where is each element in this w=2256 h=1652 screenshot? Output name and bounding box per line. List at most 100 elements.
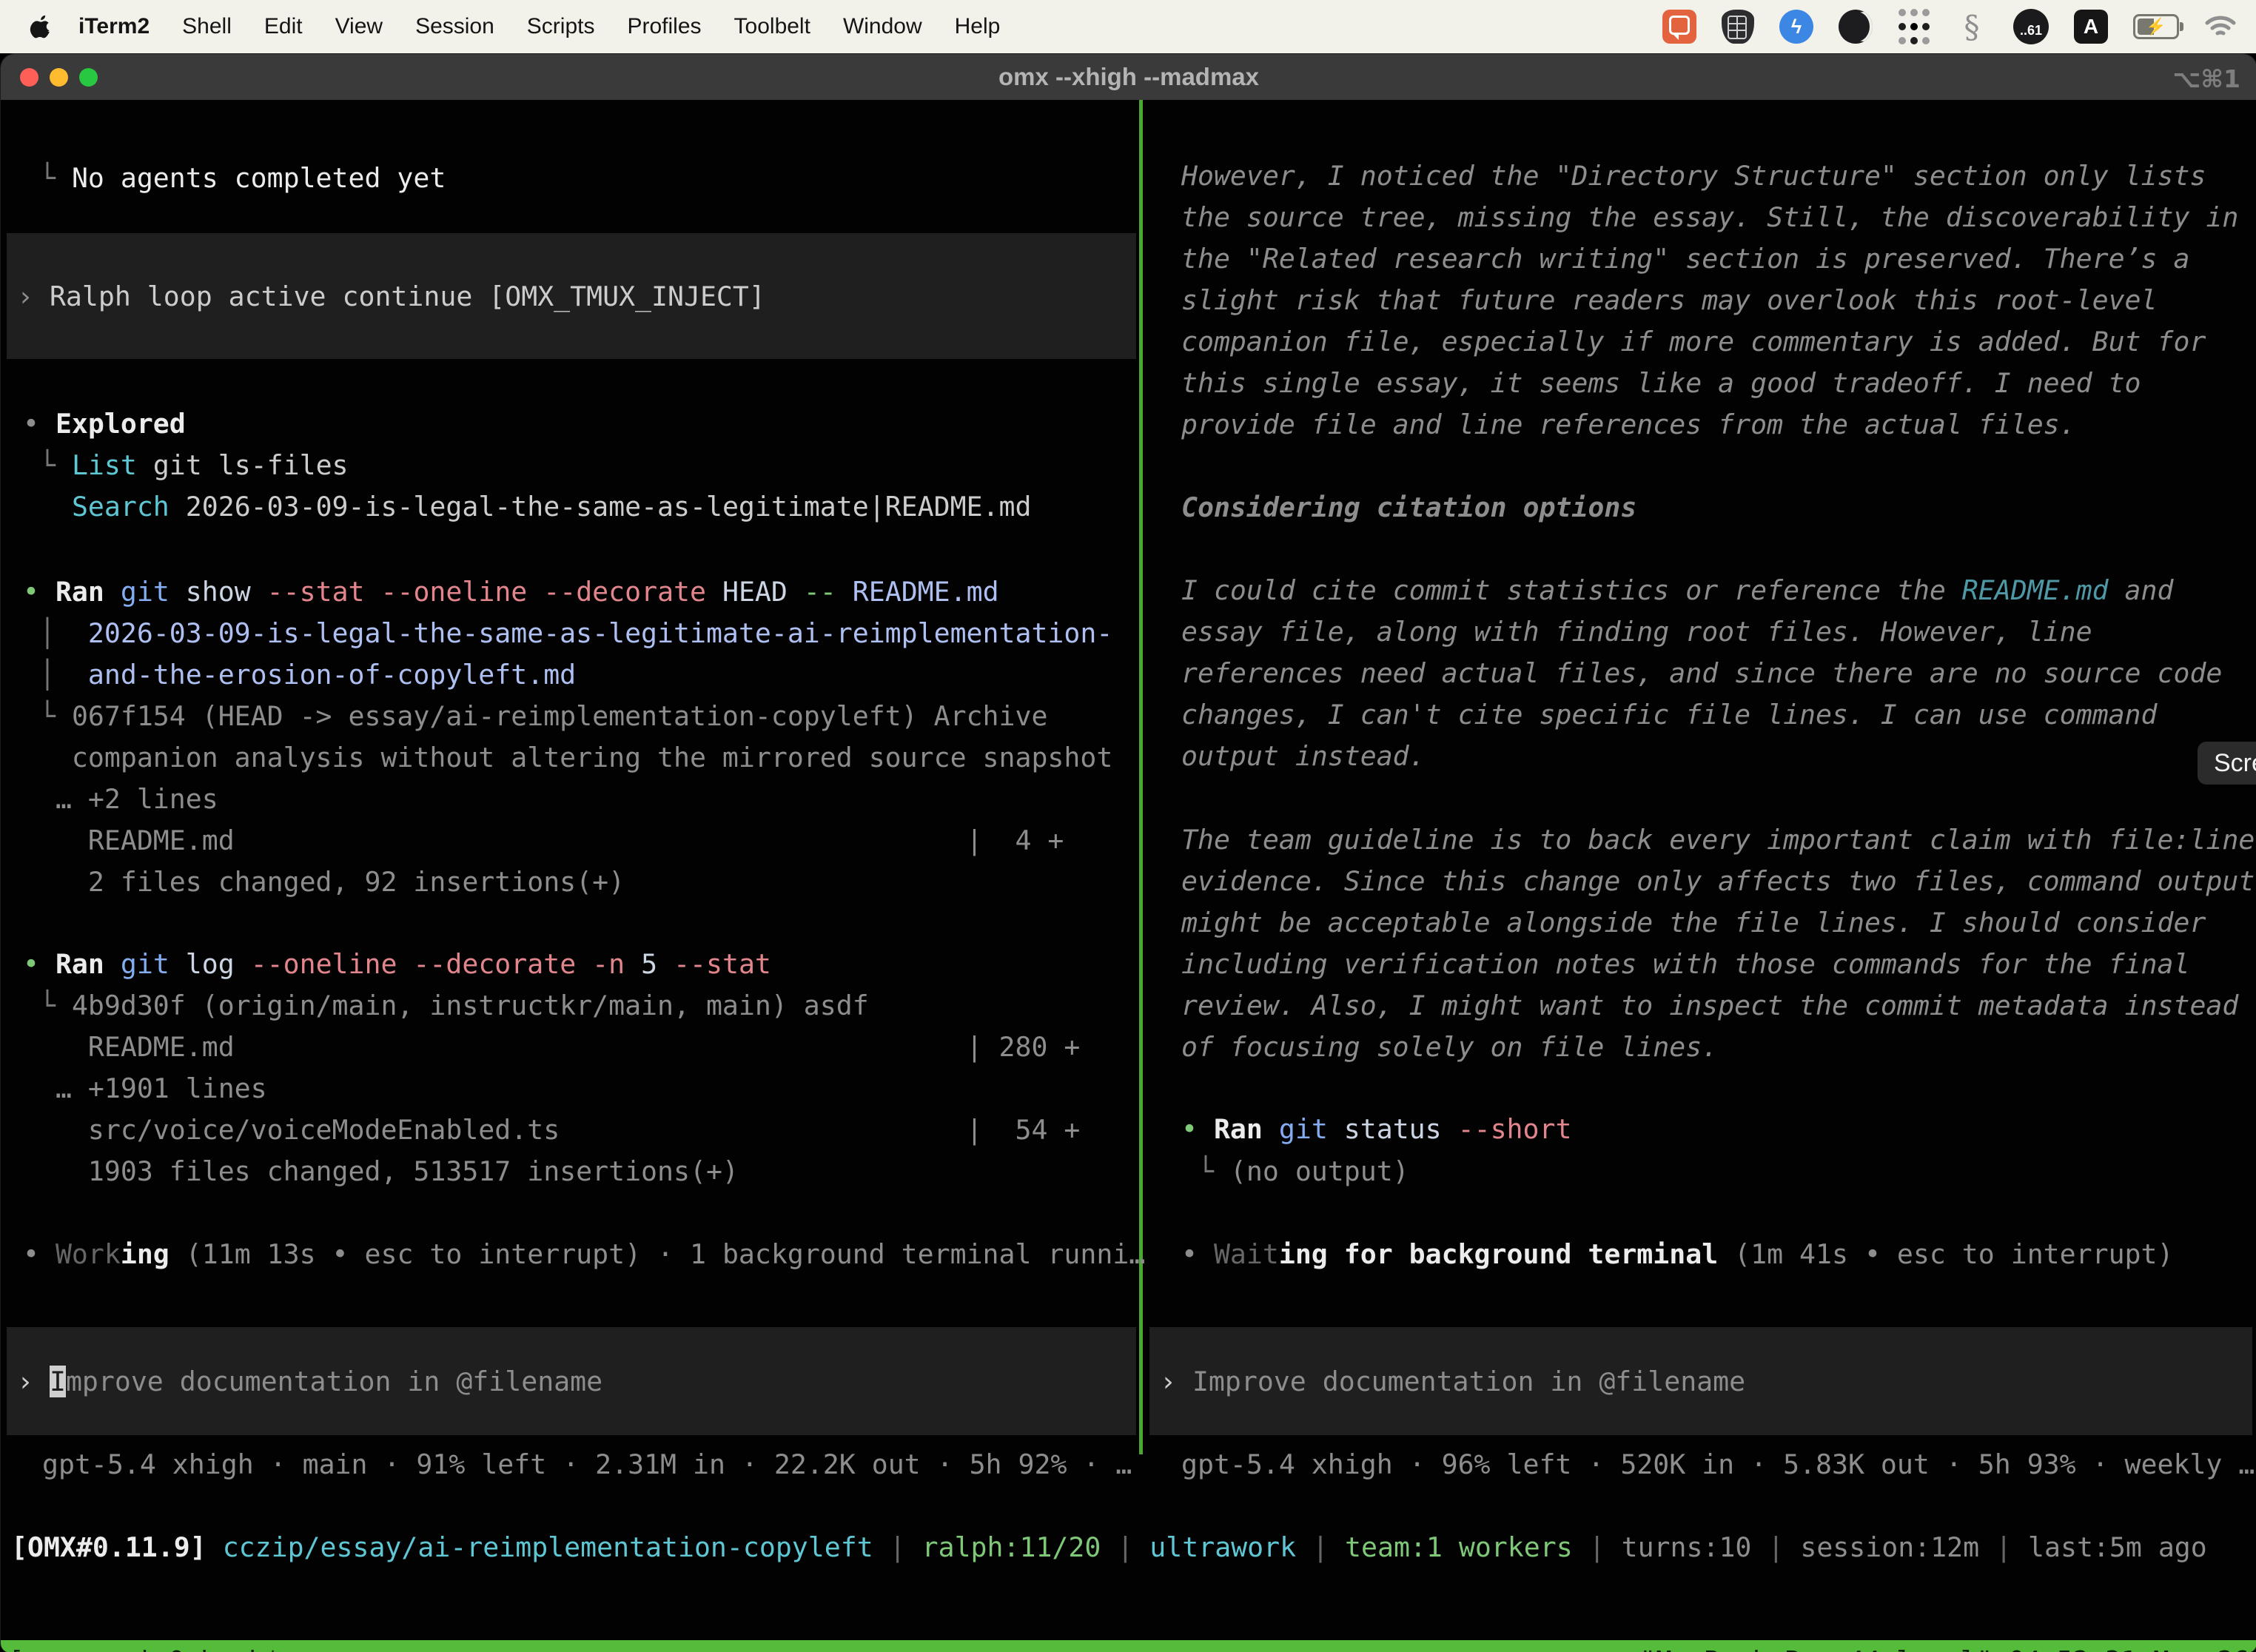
text-segment: • — [1181, 1113, 1214, 1145]
terminal-line: • Ran git status --short — [1181, 1109, 1571, 1150]
text-segment: --stat — [674, 948, 771, 980]
text-segment: (no output) — [1230, 1155, 1409, 1187]
text-segment: | — [1101, 1531, 1149, 1563]
text-segment: references need actual files, and since … — [1181, 657, 2222, 689]
text-segment: HEAD — [706, 576, 804, 608]
text-segment: • — [1181, 1238, 1214, 1270]
text-segment: session:12m — [1800, 1531, 1979, 1563]
dot — [1899, 9, 1906, 16]
menu-item-window[interactable]: Window — [827, 14, 939, 39]
text-segment — [23, 491, 72, 523]
text-segment: › — [17, 1366, 50, 1397]
text-segment: └ — [23, 449, 72, 481]
text-segment: | — [1979, 1531, 2028, 1563]
moon-icon[interactable] — [1839, 10, 1873, 44]
text-segment: (1m 41s • esc to interrupt) — [1718, 1238, 2173, 1270]
shield-grid-icon[interactable] — [1722, 10, 1754, 44]
icon-glyph: ..61 — [2020, 23, 2042, 38]
minimize-button[interactable] — [50, 68, 68, 87]
close-button[interactable] — [20, 68, 38, 87]
menu-item-edit[interactable]: Edit — [248, 14, 319, 39]
terminal-line: └ No agents completed yet — [23, 158, 446, 199]
chat-app-icon[interactable] — [1662, 10, 1696, 44]
tmux-host-clock: "MacBook-Pro-44.local" 04:52 31-Mar-26 — [1639, 1646, 2249, 1652]
dot — [1899, 37, 1906, 44]
menu-item-view[interactable]: View — [319, 14, 399, 39]
countdown-61-icon[interactable]: ..61 — [2013, 9, 2049, 44]
menu-item-scripts[interactable]: Scripts — [511, 14, 611, 39]
dots-grid-icon[interactable] — [1898, 8, 1930, 45]
menu-item-shell[interactable]: Shell — [166, 14, 248, 39]
text-segment: └ — [23, 990, 72, 1021]
text-segment: The team guideline is to back every impo… — [1181, 824, 2255, 856]
squiggle-icon[interactable]: § — [1955, 8, 1988, 45]
text-segment: • — [23, 576, 56, 608]
text-segment: | — [1296, 1531, 1345, 1563]
menu-item-session[interactable]: Session — [399, 14, 511, 39]
text-segment: [OMX#0.11.9] — [11, 1531, 207, 1563]
terminal-line: • Explored — [23, 403, 186, 445]
text-segment: git — [1279, 1113, 1328, 1145]
terminal-line: gpt-5.4 xhigh · main · 91% left · 2.31M … — [42, 1444, 1132, 1485]
menu-item-help[interactable]: Help — [939, 14, 1017, 39]
text-segment: cczip/essay/ai-reimplementation-copyleft — [223, 1531, 873, 1563]
prompt-input-right[interactable]: › Improve documentation in @filename — [1149, 1327, 2252, 1435]
terminal-line: this single essay, it seems like a good … — [1181, 363, 2141, 404]
text-segment: last:5m ago — [2028, 1531, 2207, 1563]
dot — [1910, 23, 1918, 30]
menu-status-icons: ϟ § ..61 A ⚡ — [1662, 8, 2237, 45]
terminal-line: └ 4b9d30f (origin/main, instructkr/main,… — [23, 985, 869, 1027]
terminal-line: changes, I can't cite specific file line… — [1181, 694, 2158, 736]
text-segment: | — [1751, 1531, 1800, 1563]
blue-bolt-badge-icon[interactable]: ϟ — [1779, 10, 1813, 44]
tmux-status-bar: [omx-cczip0:bash* "MacBook-Pro-44.local"… — [1, 1640, 2256, 1652]
terminal-line: the "Related research writing" section i… — [1181, 238, 2189, 280]
text-segment: | 280 + — [235, 1031, 1081, 1063]
terminal-line: … +2 lines — [23, 779, 218, 820]
terminal-line: slight risk that future readers may over… — [1181, 280, 2158, 321]
text-segment: git ls-files — [137, 449, 349, 481]
terminal-line: • Ran git log --oneline --decorate -n 5 … — [23, 944, 771, 985]
terminal-line: output instead. — [1181, 736, 1426, 777]
text-segment: README.md — [836, 576, 999, 608]
text-segment: and — [2109, 574, 2174, 606]
text-segment: this single essay, it seems like a good … — [1181, 367, 2141, 399]
text-segment: the "Related research writing" section i… — [1181, 243, 2189, 275]
text-segment: show — [169, 576, 267, 608]
menu-item-toolbelt[interactable]: Toolbelt — [718, 14, 827, 39]
prompt-input-left[interactable]: › Improve documentation in @filename — [7, 1327, 1136, 1435]
text-segment: Wait — [1214, 1238, 1279, 1270]
screen-share-tooltip: Scre — [2198, 742, 2256, 785]
text-segment: -n — [592, 948, 625, 980]
text-segment: • — [23, 1238, 56, 1270]
wifi-icon[interactable] — [2204, 8, 2237, 45]
text-segment: git — [121, 948, 169, 980]
text-segment: … +2 lines — [23, 783, 218, 815]
text-segment: No agents completed yet — [72, 162, 446, 194]
terminal-line: [OMX#0.11.9] cczip/essay/ai-reimplementa… — [11, 1527, 2207, 1568]
text-segment — [104, 576, 121, 608]
dot — [1899, 23, 1906, 30]
text-segment: └ — [23, 162, 72, 194]
text-segment — [104, 948, 121, 980]
terminal-line: I could cite commit statistics or refere… — [1181, 570, 2173, 611]
text-segment: --short — [1458, 1113, 1572, 1145]
menu-item-iterm2[interactable]: iTerm2 — [62, 14, 166, 39]
text-segment: evidence. Since this change only affects… — [1181, 865, 2255, 897]
text-segment: › — [1160, 1366, 1192, 1397]
text-segment: output instead. — [1181, 740, 1426, 772]
terminal-line: └ (no output) — [1181, 1151, 1409, 1192]
menu-item-profiles[interactable]: Profiles — [611, 14, 717, 39]
terminal-line: might be acceptable alongside the file l… — [1181, 902, 2206, 944]
battery-icon[interactable]: ⚡ — [2133, 14, 2179, 39]
text-segment: and-the-erosion-of-copyleft.md — [88, 659, 576, 691]
apple-icon[interactable] — [30, 13, 52, 40]
terminal-line: └ 067f154 (HEAD -> essay/ai-reimplementa… — [23, 696, 1047, 737]
zoom-button[interactable] — [79, 68, 98, 87]
input-source-a-icon[interactable]: A — [2074, 10, 2108, 44]
text-segment: companion analysis without altering the … — [23, 742, 1112, 773]
terminal-line: 1903 files changed, 513517 insertions(+) — [23, 1151, 739, 1192]
text-segment: Ran — [56, 948, 104, 980]
text-segment — [207, 1531, 223, 1563]
tooltip-text: Scre — [2214, 749, 2256, 778]
